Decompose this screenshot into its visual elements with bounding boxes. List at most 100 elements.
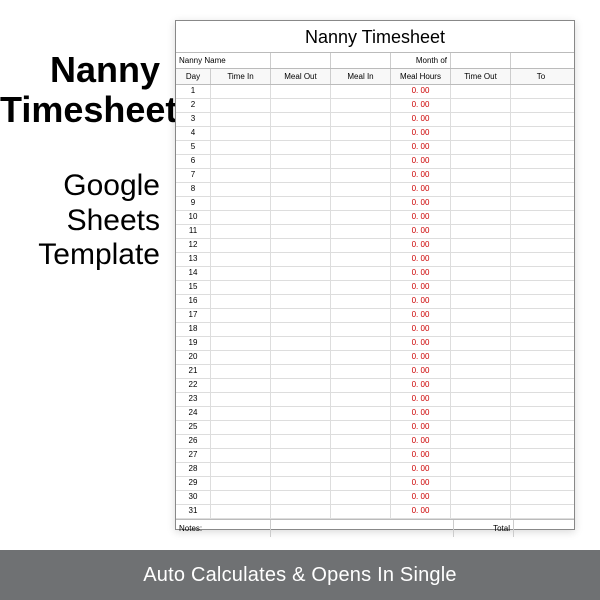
meal-hours-cell: 0. 00 xyxy=(391,183,451,196)
left-text-block: Nanny Timesheet Google Sheets Template xyxy=(0,50,160,273)
table-row: 30. 00 xyxy=(176,113,574,127)
day-cell: 27 xyxy=(176,449,211,462)
table-row: 10. 00 xyxy=(176,85,574,99)
meal-hours-cell: 0. 00 xyxy=(391,155,451,168)
day-cell: 12 xyxy=(176,239,211,252)
table-row: 260. 00 xyxy=(176,435,574,449)
sub-line-1: Google Sheets xyxy=(63,169,160,237)
banner-text: Auto Calculates & Opens In Single xyxy=(143,564,456,587)
spacer xyxy=(511,53,571,68)
day-cell: 16 xyxy=(176,295,211,308)
total-label: Total xyxy=(454,520,514,537)
to-cell xyxy=(511,281,571,294)
table-row: 190. 00 xyxy=(176,337,574,351)
meal-in-cell xyxy=(331,295,391,308)
time-out-cell xyxy=(451,169,511,182)
to-cell xyxy=(511,253,571,266)
footer-row: Notes: Total xyxy=(176,519,574,537)
time-out-cell xyxy=(451,253,511,266)
meal-in-cell xyxy=(331,351,391,364)
time-out-cell xyxy=(451,407,511,420)
meal-hours-cell: 0. 00 xyxy=(391,449,451,462)
time-out-cell xyxy=(451,491,511,504)
day-cell: 30 xyxy=(176,491,211,504)
to-cell xyxy=(511,197,571,210)
meal-out-cell xyxy=(271,393,331,406)
time-out-cell xyxy=(451,323,511,336)
table-row: 50. 00 xyxy=(176,141,574,155)
table-row: 80. 00 xyxy=(176,183,574,197)
meal-hours-cell: 0. 00 xyxy=(391,505,451,518)
meal-hours-cell: 0. 00 xyxy=(391,323,451,336)
meal-hours-cell: 0. 00 xyxy=(391,267,451,280)
meal-out-cell xyxy=(271,421,331,434)
meal-hours-cell: 0. 00 xyxy=(391,211,451,224)
time-out-cell xyxy=(451,225,511,238)
meal-hours-cell: 0. 00 xyxy=(391,197,451,210)
time-out-cell xyxy=(451,295,511,308)
table-row: 60. 00 xyxy=(176,155,574,169)
to-cell xyxy=(511,225,571,238)
meal-out-cell xyxy=(271,505,331,518)
time-in-cell xyxy=(211,505,271,518)
time-in-cell xyxy=(211,113,271,126)
table-row: 120. 00 xyxy=(176,239,574,253)
title-line-1: Nanny xyxy=(50,49,160,90)
to-cell xyxy=(511,267,571,280)
time-out-cell xyxy=(451,365,511,378)
meal-hours-cell: 0. 00 xyxy=(391,127,451,140)
meal-in-cell xyxy=(331,183,391,196)
meal-in-cell xyxy=(331,379,391,392)
to-cell xyxy=(511,435,571,448)
table-row: 310. 00 xyxy=(176,505,574,519)
to-cell xyxy=(511,113,571,126)
to-cell xyxy=(511,169,571,182)
table-row: 200. 00 xyxy=(176,351,574,365)
col-day: Day xyxy=(176,69,211,84)
title-line-2: Timesheet xyxy=(0,89,177,130)
col-time-out: Time Out xyxy=(451,69,511,84)
meal-in-cell xyxy=(331,169,391,182)
time-in-cell xyxy=(211,211,271,224)
meal-in-cell xyxy=(331,99,391,112)
meal-in-cell xyxy=(331,197,391,210)
time-in-cell xyxy=(211,463,271,476)
timesheet-preview: Nanny Timesheet Nanny Name Month of Day … xyxy=(175,20,575,530)
meal-out-cell xyxy=(271,267,331,280)
time-in-cell xyxy=(211,435,271,448)
time-out-cell xyxy=(451,239,511,252)
time-out-cell xyxy=(451,183,511,196)
meal-hours-cell: 0. 00 xyxy=(391,99,451,112)
table-row: 110. 00 xyxy=(176,225,574,239)
meta-row: Nanny Name Month of xyxy=(176,52,574,68)
table-row: 130. 00 xyxy=(176,253,574,267)
time-in-cell xyxy=(211,491,271,504)
day-cell: 13 xyxy=(176,253,211,266)
meal-hours-cell: 0. 00 xyxy=(391,421,451,434)
meal-hours-cell: 0. 00 xyxy=(391,463,451,476)
total-value xyxy=(514,520,574,537)
day-cell: 2 xyxy=(176,99,211,112)
table-row: 2 0. 00 xyxy=(176,99,574,113)
meal-in-cell xyxy=(331,365,391,378)
day-cell: 4 xyxy=(176,127,211,140)
to-cell xyxy=(511,183,571,196)
day-cell: 26 xyxy=(176,435,211,448)
to-cell xyxy=(511,505,571,518)
time-out-cell xyxy=(451,267,511,280)
month-of-value xyxy=(451,53,511,68)
time-in-cell xyxy=(211,225,271,238)
meal-in-cell xyxy=(331,225,391,238)
time-out-cell xyxy=(451,309,511,322)
meal-hours-cell: 0. 00 xyxy=(391,309,451,322)
to-cell xyxy=(511,463,571,476)
meal-hours-cell: 0. 00 xyxy=(391,225,451,238)
table-row: 180. 00 xyxy=(176,323,574,337)
time-in-cell xyxy=(211,183,271,196)
meal-in-cell xyxy=(331,491,391,504)
to-cell xyxy=(511,85,571,98)
meal-in-cell xyxy=(331,239,391,252)
time-in-cell xyxy=(211,407,271,420)
meal-in-cell xyxy=(331,141,391,154)
to-cell xyxy=(511,365,571,378)
